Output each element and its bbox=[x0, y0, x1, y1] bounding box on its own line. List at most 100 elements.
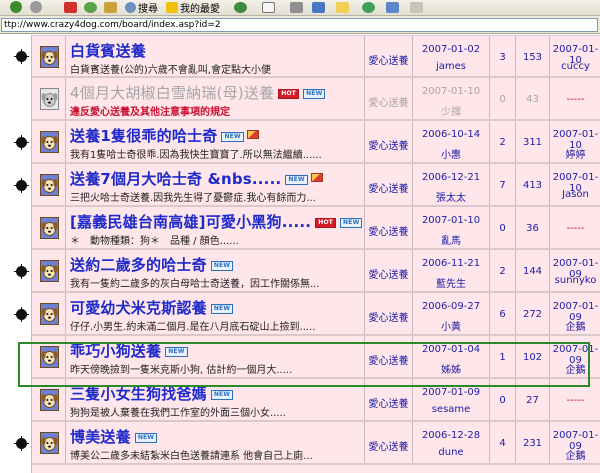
table-row[interactable]: 博美送養 NEW 博美公二歲多未結紮米白色送養請連系 他會自己上廁... 愛心送養 20… bbox=[32, 422, 600, 465]
author-link[interactable]: 小惠 bbox=[413, 146, 489, 161]
board-link[interactable]: 愛心送養 bbox=[365, 266, 412, 281]
no-reply-dash: ----- bbox=[566, 223, 585, 234]
back-button[interactable] bbox=[10, 0, 22, 14]
table-row[interactable]: 可愛幼犬米克斯認養 NEW 仔仔.小男生.約未滿二個月.是在八月底石碇山上撿到...… bbox=[32, 293, 600, 336]
thread-summary: 博美公二歲多未結紮米白色送養請連系 他會自己上廁... bbox=[70, 451, 313, 462]
table-row[interactable]: 三隻小女生狗找爸媽 NEW 狗狗是被人棄養在我們工作室的外面三個小女..... 愛心送… bbox=[32, 379, 600, 422]
discuss-button[interactable] bbox=[386, 0, 399, 14]
thread-title-link[interactable]: 送養1隻很乖的哈士奇 NEW bbox=[70, 125, 259, 146]
author-link[interactable]: 小黃 bbox=[413, 318, 489, 333]
table-row[interactable]: [嘉義民雄台南高雄]可愛小黑狗..... HOT NEW ＊ 動物種類：狗＊ 品種 /… bbox=[32, 207, 600, 250]
author-cell: 2006-09-27 小黃 bbox=[413, 293, 490, 334]
view-count: 36 bbox=[526, 223, 539, 234]
mail-button[interactable] bbox=[262, 0, 275, 14]
thread-title-text: [嘉義民雄台南高雄]可愛小黑狗..... bbox=[70, 213, 312, 231]
reply-count: 4 bbox=[499, 438, 506, 449]
history-button[interactable] bbox=[234, 0, 247, 14]
last-post-author-link[interactable]: 企鵝 bbox=[550, 318, 600, 333]
thread-title-link[interactable]: 4個月大胡椒白雪納瑞(母)送養 HOT NEW bbox=[70, 82, 326, 103]
view-count: 153 bbox=[522, 52, 543, 63]
last-post-author-link[interactable]: 婷婷 bbox=[550, 146, 600, 161]
author-link[interactable]: sesame bbox=[413, 404, 489, 415]
board-link[interactable]: 愛心送養 bbox=[365, 395, 412, 410]
edit-button[interactable] bbox=[312, 0, 325, 14]
thread-title-link[interactable]: 白貨賓送養 bbox=[70, 40, 146, 61]
board-cell: 愛心送養 bbox=[365, 78, 413, 119]
thread-summary: 仔仔.小男生.約未滿二個月.是在八月底石碇山上撿到..... bbox=[70, 322, 316, 333]
thread-title-link[interactable]: 送約二歲多的哈士奇 NEW bbox=[70, 254, 234, 275]
thread-title-text: 送養1隻很乖的哈士奇 bbox=[70, 127, 218, 145]
thread-title-link[interactable]: 可愛幼犬米克斯認養 NEW bbox=[70, 297, 234, 318]
last-post-cell: ----- bbox=[550, 78, 600, 119]
author-link[interactable]: dune bbox=[413, 447, 489, 458]
thread-title-link[interactable]: 乖巧小狗送養 NEW bbox=[70, 340, 188, 361]
view-count: 311 bbox=[522, 137, 543, 148]
bullet-icon bbox=[14, 178, 29, 193]
dog-face-icon bbox=[40, 174, 59, 196]
thread-title-link[interactable]: [嘉義民雄台南高雄]可愛小黑狗..... HOT NEW bbox=[70, 211, 363, 232]
author-link[interactable]: 姊姊 bbox=[413, 361, 489, 376]
thread-title-link[interactable]: 博美送養 NEW bbox=[70, 426, 158, 447]
forward-arrow-icon bbox=[30, 1, 42, 13]
post-date: 2006-11-21 bbox=[421, 258, 481, 269]
thread-summary: 昨天傍晚撿到一隻米克斯小狗, 估計約一個月大..... bbox=[70, 365, 293, 376]
last-post-author-link[interactable]: 企鵝 bbox=[550, 447, 600, 462]
thread-icon-cell bbox=[32, 36, 66, 76]
post-date: 2006-12-28 bbox=[421, 430, 481, 441]
search-button[interactable]: 搜尋 bbox=[125, 0, 158, 15]
search-icon bbox=[125, 1, 136, 13]
stop-button[interactable] bbox=[64, 0, 77, 14]
author-link[interactable]: 藍先生 bbox=[413, 275, 489, 290]
views-cell: 272 bbox=[516, 293, 550, 334]
last-post-author-link[interactable]: cuccy bbox=[550, 61, 600, 72]
thread-title-link[interactable]: 送養7個月大哈士奇 &nbs..... NEW bbox=[70, 168, 323, 189]
image-attachment-icon bbox=[246, 130, 259, 139]
last-post-author-link[interactable]: Jason bbox=[550, 189, 600, 200]
board-link[interactable]: 愛心送養 bbox=[365, 438, 412, 453]
print-icon bbox=[290, 1, 303, 13]
board-link[interactable]: 愛心送養 bbox=[365, 180, 412, 195]
topic-cell: [嘉義民雄台南高雄]可愛小黑狗..... HOT NEW ＊ 動物種類：狗＊ 品種 /… bbox=[66, 207, 365, 248]
author-cell: 2006-10-14 小惠 bbox=[413, 121, 490, 162]
post-date: 2006-09-27 bbox=[421, 301, 481, 312]
board-link[interactable]: 愛心送養 bbox=[365, 352, 412, 367]
favorites-button[interactable]: 我的最愛 bbox=[166, 0, 220, 15]
address-input[interactable]: ttp://www.crazy4dog.com/board/index.asp?… bbox=[1, 18, 598, 32]
table-row[interactable]: 送養7個月大哈士奇 &nbs..... NEW 三把火哈士奇送養.因我先生得了憂鬱症… bbox=[32, 164, 600, 207]
author-link[interactable]: 少撐 bbox=[413, 103, 489, 118]
table-row[interactable]: 4個月大胡椒白雪納瑞(母)送養 HOT NEW 違反愛心送養及其他注意事項的規定 愛心送… bbox=[32, 78, 600, 121]
author-link[interactable]: 亂馬 bbox=[413, 232, 489, 247]
view-count: 272 bbox=[522, 309, 543, 320]
forward-button[interactable] bbox=[30, 0, 42, 14]
table-row[interactable]: 送約二歲多的哈士奇 NEW 我有一隻約二歲多的灰白母哈士奇送養，因工作關係無... 愛… bbox=[32, 250, 600, 293]
last-post-author-link[interactable]: sunnyko bbox=[550, 275, 600, 286]
research-button[interactable] bbox=[410, 0, 423, 14]
last-post-cell: 2007-01-10 Jason bbox=[550, 164, 600, 205]
table-row[interactable]: 白貨賓送養 白貨賓送養(公的)六歲不會亂叫,會定點大小便 愛心送養 2007-01-0… bbox=[32, 35, 600, 78]
board-link[interactable]: 愛心送養 bbox=[365, 223, 412, 238]
board-link[interactable]: 愛心送養 bbox=[365, 52, 412, 67]
replies-cell: 0 bbox=[490, 207, 516, 248]
board-cell: 愛心送養 bbox=[365, 379, 413, 420]
home-button[interactable] bbox=[104, 0, 117, 14]
last-post-cell: ----- bbox=[550, 207, 600, 248]
board-link[interactable]: 愛心送養 bbox=[365, 94, 412, 109]
reply-count: 1 bbox=[499, 352, 506, 363]
thread-title-text: 乖巧小狗送養 bbox=[70, 342, 162, 360]
thread-title-link[interactable]: 三隻小女生狗找爸媽 NEW bbox=[70, 383, 234, 404]
print-button[interactable] bbox=[290, 0, 303, 14]
last-post-author-link[interactable]: 企鵝 bbox=[550, 361, 600, 376]
messenger-button[interactable] bbox=[362, 0, 375, 14]
board-link[interactable]: 愛心送養 bbox=[365, 137, 412, 152]
author-link[interactable]: 張太太 bbox=[413, 189, 489, 204]
thread-icon-cell bbox=[32, 293, 66, 334]
folder-button[interactable] bbox=[336, 0, 349, 14]
view-count: 102 bbox=[522, 352, 543, 363]
author-link[interactable]: james bbox=[413, 61, 489, 72]
table-row[interactable]: 送養1隻很乖的哈士奇 NEW 我有1隻哈士奇很乖.因為我快生寶寶了.所以無法繼續..… bbox=[32, 121, 600, 164]
author-cell: 2007-01-10 少撐 bbox=[413, 78, 490, 119]
refresh-button[interactable] bbox=[84, 0, 97, 14]
table-row[interactable]: 乖巧小狗送養 NEW 昨天傍晚撿到一隻米克斯小狗, 估計約一個月大..... 愛心送養… bbox=[32, 336, 600, 379]
dog-face-icon bbox=[40, 303, 59, 325]
board-link[interactable]: 愛心送養 bbox=[365, 309, 412, 324]
